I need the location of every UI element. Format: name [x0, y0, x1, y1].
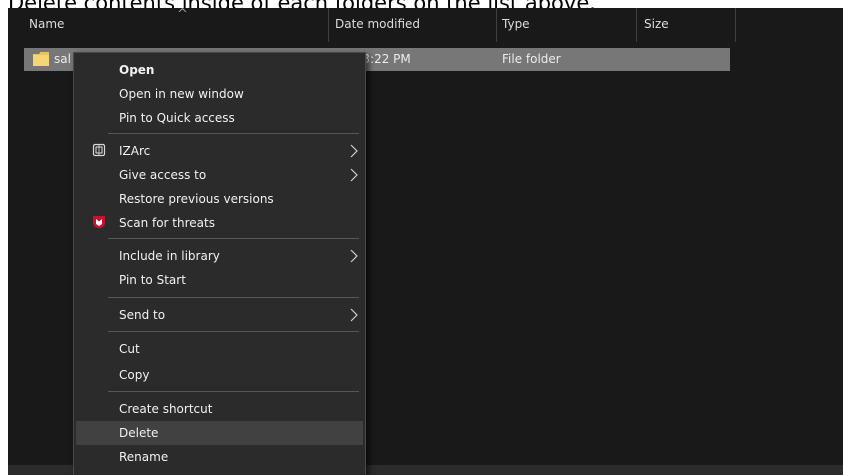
chevron-right-icon — [350, 168, 358, 182]
menu-item-create-shortcut[interactable]: Create shortcut — [76, 397, 363, 421]
menu-item-give-access[interactable]: Give access to — [76, 163, 363, 187]
menu-separator — [108, 133, 359, 134]
menu-item-label: Open in new window — [119, 87, 244, 101]
menu-item-open-new-window[interactable]: Open in new window — [76, 82, 363, 106]
sort-ascending-icon: ^ — [177, 8, 188, 22]
chevron-right-icon — [350, 308, 358, 322]
column-header-bar: Name ^ Date modified Type Size — [8, 8, 843, 42]
menu-item-label: Open — [119, 63, 155, 77]
menu-item-label: Create shortcut — [119, 402, 213, 416]
mcafee-shield-icon — [93, 216, 105, 229]
chevron-right-icon — [350, 144, 358, 158]
menu-item-include-library[interactable]: Include in library — [76, 244, 363, 268]
menu-item-label: Pin to Quick access — [119, 111, 235, 125]
izarc-icon — [92, 143, 106, 157]
menu-item-rename[interactable]: Rename — [76, 445, 363, 469]
column-divider[interactable] — [735, 8, 736, 42]
menu-separator — [108, 238, 359, 239]
menu-item-pin-start[interactable]: Pin to Start — [76, 268, 363, 292]
file-name: sal — [54, 52, 71, 66]
menu-separator — [108, 391, 359, 392]
column-size[interactable]: Size — [644, 8, 669, 40]
menu-item-label: Delete — [119, 426, 159, 440]
menu-item-copy[interactable]: Copy — [76, 363, 363, 387]
menu-item-label: Cut — [119, 342, 140, 356]
file-explorer-view: Name ^ Date modified Type Size sal /2020… — [8, 8, 843, 475]
column-divider[interactable] — [636, 8, 637, 42]
instruction-caption: Delete contents inside of each folders o… — [8, 0, 843, 8]
menu-item-label: Copy — [119, 368, 150, 382]
menu-item-cut[interactable]: Cut — [76, 337, 363, 361]
menu-separator — [108, 297, 359, 298]
menu-item-label: Send to — [119, 308, 166, 322]
menu-item-label: Restore previous versions — [119, 192, 274, 206]
menu-separator — [108, 331, 359, 332]
menu-item-label: Rename — [119, 450, 169, 464]
menu-item-label: Include in library — [119, 249, 220, 263]
column-name[interactable]: Name — [29, 8, 64, 40]
menu-item-pin-quick-access[interactable]: Pin to Quick access — [76, 106, 363, 130]
menu-item-delete[interactable]: Delete — [76, 421, 363, 445]
menu-item-open[interactable]: Open — [76, 58, 363, 82]
menu-item-label: Pin to Start — [119, 273, 186, 287]
menu-item-restore-versions[interactable]: Restore previous versions — [76, 187, 363, 211]
column-date-modified[interactable]: Date modified — [335, 8, 420, 40]
column-divider[interactable] — [328, 8, 329, 42]
menu-item-send-to[interactable]: Send to — [76, 303, 363, 327]
chevron-right-icon — [350, 249, 358, 263]
folder-icon — [33, 52, 49, 66]
menu-item-label: IZArc — [119, 144, 151, 158]
menu-item-scan-threats[interactable]: Scan for threats — [76, 211, 363, 235]
column-type[interactable]: Type — [502, 8, 530, 40]
menu-item-izarc[interactable]: IZArc — [76, 139, 363, 163]
file-type: File folder — [502, 52, 561, 66]
menu-item-label: Scan for threats — [119, 216, 215, 230]
menu-item-label: Give access to — [119, 168, 207, 182]
context-menu: Open Open in new window Pin to Quick acc… — [73, 52, 366, 475]
column-divider[interactable] — [496, 8, 497, 42]
